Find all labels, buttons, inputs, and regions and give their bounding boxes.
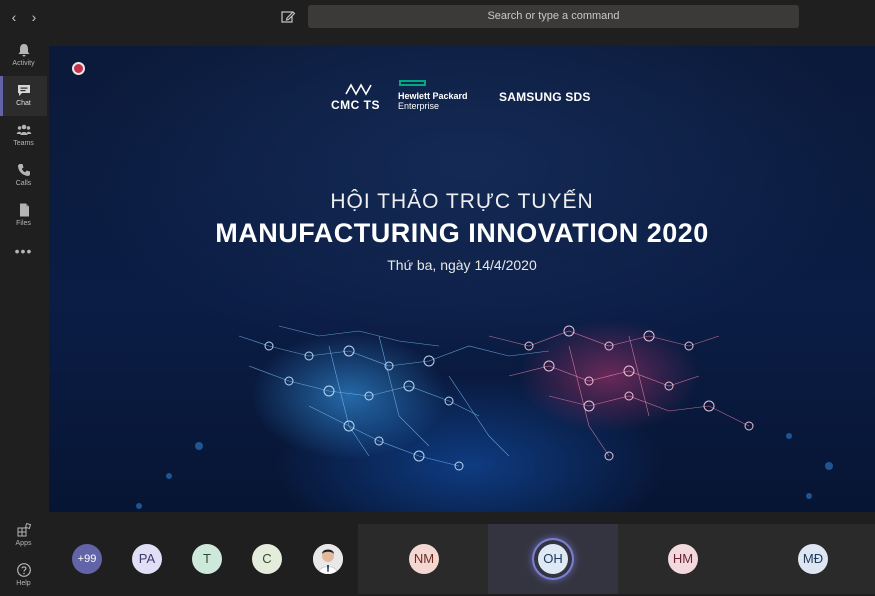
title-bar: ‹ › Search or type a command [0, 0, 875, 34]
rail-item-calls[interactable]: Calls [0, 156, 47, 196]
overflow-participants-avatar[interactable]: +99 [72, 544, 102, 574]
hpe-logo-line1: Hewlett Packard [398, 91, 468, 101]
rail-label: Calls [15, 180, 32, 187]
participant-photo-avatar[interactable] [313, 544, 343, 574]
rail-label: Teams [13, 140, 34, 147]
samsung-sds-logo: SAMSUNG SDS [499, 90, 591, 104]
participant-avatar[interactable]: HM [668, 544, 698, 574]
app-rail: Activity Chat Teams Calls Files ••• Apps… [0, 34, 47, 594]
shared-screen [49, 46, 875, 512]
chat-icon [17, 85, 30, 96]
bell-icon [18, 44, 29, 57]
rail-label: Apps [15, 540, 32, 547]
participant-avatar[interactable]: C [252, 544, 282, 574]
rail-item-teams[interactable]: Teams [0, 116, 47, 156]
teams-icon [16, 124, 31, 135]
participant-avatar[interactable]: PA [132, 544, 162, 574]
compose-icon[interactable] [280, 9, 296, 25]
search-input[interactable]: Search or type a command [308, 5, 799, 28]
hpe-logo-mark [399, 80, 426, 86]
participant-avatar-speaking[interactable]: OH [538, 544, 568, 574]
participant-avatar[interactable]: NM [409, 544, 439, 574]
rail-label: Help [16, 580, 31, 587]
participant-avatar[interactable]: MĐ [798, 544, 828, 574]
apps-icon [17, 522, 31, 537]
rail-item-files[interactable]: Files [0, 196, 47, 236]
cmc-ts-logo: CMC TS [331, 82, 386, 112]
rail-label: Activity [12, 60, 35, 67]
rail-item-apps[interactable]: Apps [0, 516, 47, 556]
network-map-graphic [136, 325, 833, 509]
file-icon [19, 203, 29, 217]
participant-avatar[interactable]: T [192, 544, 222, 574]
rail-label: Files [16, 220, 31, 227]
chevron-left-icon[interactable]: ‹ [7, 9, 21, 25]
help-icon [16, 563, 31, 577]
phone-icon [17, 164, 30, 176]
cmc-logo-text: CMC TS [331, 98, 380, 112]
slide-title-vietnamese: HỘI THẢO TRỰC TUYẾN [330, 190, 594, 213]
rail-item-help[interactable]: Help [0, 556, 47, 596]
cmc-logo-mark [345, 83, 372, 96]
chevron-right-icon[interactable]: › [27, 9, 41, 25]
rail-label: Chat [16, 100, 31, 107]
rail-item-activity[interactable]: Activity [0, 36, 47, 76]
rail-item-chat[interactable]: Chat [0, 76, 47, 116]
more-apps-button[interactable]: ••• [0, 244, 47, 262]
recording-indicator [72, 62, 85, 75]
slide-title-main: MANUFACTURING INNOVATION 2020 [215, 218, 709, 248]
slide-date: Thứ ba, ngày 14/4/2020 [387, 257, 537, 273]
hpe-logo-line2: Enterprise [398, 101, 440, 111]
hpe-logo: Hewlett Packard Enterprise [398, 80, 488, 114]
person-photo-icon [313, 544, 343, 574]
